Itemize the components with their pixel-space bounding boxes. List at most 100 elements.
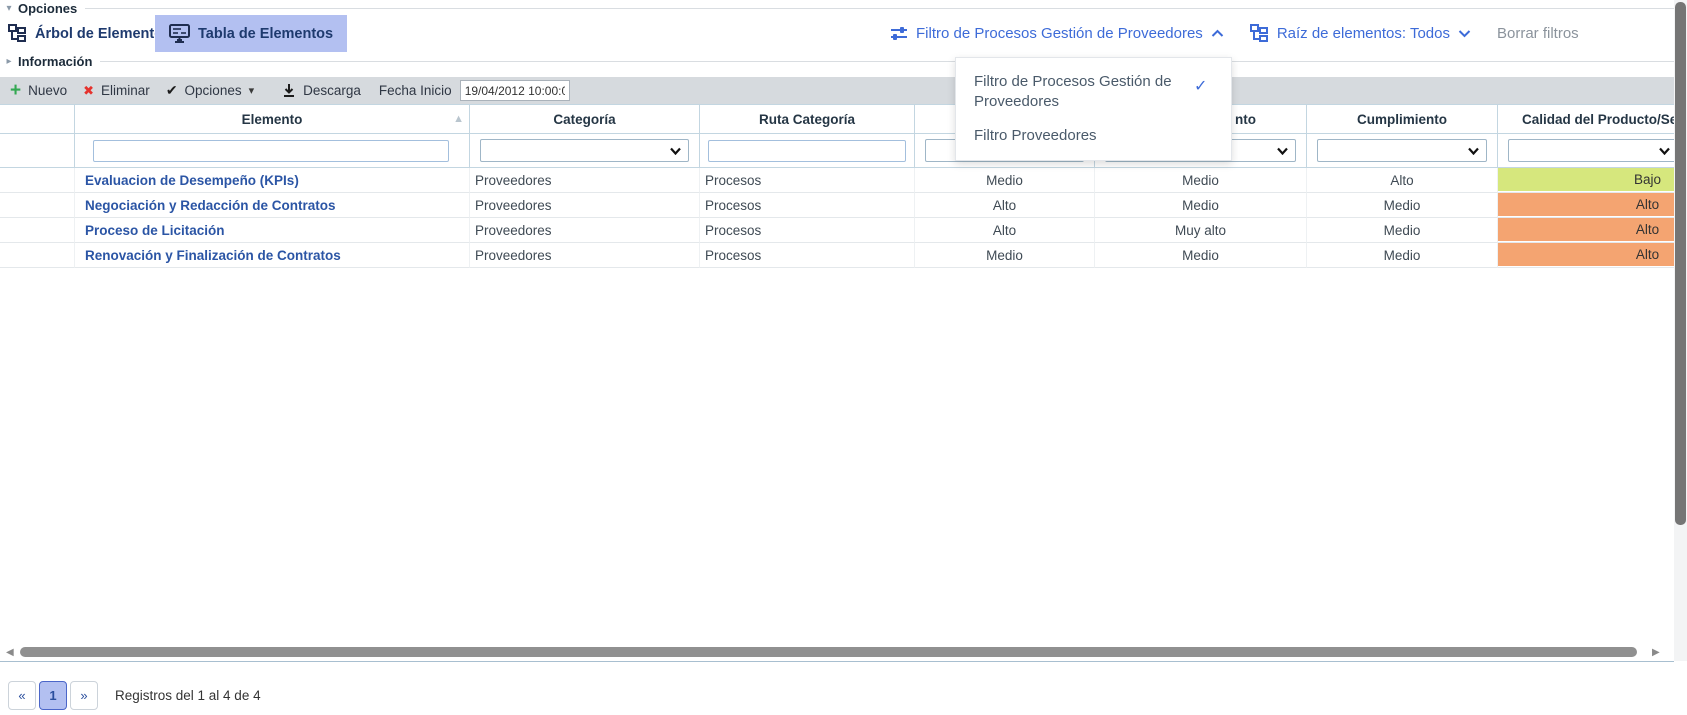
options-menu-button[interactable]: ✔ Opciones ▾ — [166, 82, 254, 99]
download-icon — [282, 83, 296, 98]
expand-triangle-icon[interactable]: ▸ — [0, 56, 18, 67]
dropdown-item-filtro-proveedores[interactable]: Filtro Proveedores — [974, 127, 1215, 144]
fecha-inicio-input[interactable] — [460, 80, 570, 101]
elemento-link[interactable]: Evaluacion de Desempeño (KPIs) — [75, 173, 299, 188]
table-row: Renovación y Finalización de Contratos Pr… — [0, 243, 1674, 268]
dropdown-item-selected[interactable]: Filtro de Procesos Gestión de Proveedore… — [974, 72, 1215, 113]
records-summary: Registros del 1 al 4 de 4 — [115, 681, 261, 710]
download-button[interactable]: Descarga — [282, 83, 361, 98]
ruta-categoria-cell: Procesos — [700, 193, 915, 218]
header-cumplimiento[interactable]: Cumplimiento — [1307, 104, 1498, 134]
header-ruta-categoria[interactable]: Ruta Categoría — [700, 104, 915, 134]
filter-cumplimiento-select[interactable] — [1317, 139, 1487, 162]
vertical-scrollbar — [1674, 0, 1687, 661]
col5-cell: Medio — [1095, 168, 1307, 193]
col4-cell: Alto — [915, 193, 1095, 218]
tree-icon — [8, 24, 27, 43]
elemento-link[interactable]: Renovación y Finalización de Contratos — [75, 248, 341, 263]
ruta-categoria-cell: Procesos — [700, 168, 915, 193]
process-filter-dropdown: Filtro de Procesos Gestión de Proveedore… — [955, 57, 1232, 161]
col5-cell: Muy alto — [1095, 218, 1307, 243]
collapse-triangle-icon[interactable]: ▾ — [0, 3, 18, 14]
tab-tabla-label: Tabla de Elementos — [198, 26, 333, 42]
col4-cell: Medio — [915, 168, 1095, 193]
new-button[interactable]: + Nuevo — [10, 83, 67, 98]
root-elements-control[interactable]: Raíz de elementos: Todos — [1250, 24, 1471, 43]
header-selector-col — [0, 104, 75, 134]
pagination-next-button[interactable]: » — [70, 681, 98, 710]
table-filter-row — [0, 134, 1674, 168]
elemento-link[interactable]: Proceso de Licitación — [75, 223, 225, 238]
categoria-cell: Proveedores — [470, 218, 700, 243]
tabs-row: Árbol de Elementos Tabla de Elementos — [0, 15, 1674, 52]
sort-asc-icon[interactable]: ▲ — [453, 113, 464, 125]
header-categoria[interactable]: Categoría — [470, 104, 700, 134]
app-window: ▾ Opciones Árbol de Elementos Tabla — [0, 0, 1687, 715]
col5-cell: Medio — [1095, 243, 1307, 268]
select-chevron-icon — [670, 147, 681, 155]
filter-categoria-select[interactable] — [480, 139, 689, 162]
calidad-cell: Alto — [1498, 243, 1674, 268]
table-row: Proceso de LicitaciónProveedoresProcesos… — [0, 218, 1674, 243]
table-row: Evaluacion de Desempeño (KPIs)Proveedore… — [0, 168, 1674, 193]
clear-filters-button[interactable]: Borrar filtros — [1497, 25, 1579, 42]
row-selector-cell[interactable] — [0, 218, 75, 243]
pagination-page-1-button[interactable]: 1 — [39, 681, 67, 710]
filter-ruta-input[interactable] — [708, 140, 906, 162]
process-filter-control[interactable]: Filtro de Procesos Gestión de Proveedore… — [890, 25, 1224, 42]
opciones-section-header: ▾ Opciones — [0, 1, 1674, 16]
table-toolbar: + Nuevo ✖ Eliminar ✔ Opciones ▾ Descarga… — [0, 77, 1674, 104]
caret-down-icon: ▾ — [249, 84, 255, 97]
cumplimiento-cell: Medio — [1307, 193, 1498, 218]
elements-table: Elemento ▲ Categoría Ruta Categoría nto … — [0, 104, 1674, 268]
elemento-cell: Negociación y Redacción de Contratos — [75, 193, 470, 218]
elemento-link[interactable]: Negociación y Redacción de Contratos — [75, 198, 336, 213]
tab-arbol-de-elementos[interactable]: Árbol de Elementos — [8, 15, 171, 52]
table-row: Negociación y Redacción de ContratosProv… — [0, 193, 1674, 218]
header-elemento[interactable]: Elemento ▲ — [75, 104, 470, 134]
col4-cell: Alto — [915, 218, 1095, 243]
table-header-row: Elemento ▲ Categoría Ruta Categoría nto … — [0, 104, 1674, 134]
scroll-left-arrow-icon[interactable]: ◀ — [6, 647, 14, 658]
delete-x-icon: ✖ — [83, 83, 94, 99]
quality-badge: Alto — [1498, 193, 1674, 216]
row-selector-cell[interactable] — [0, 243, 75, 268]
scrollbar-divider-line — [0, 661, 1674, 662]
table-body: Evaluacion de Desempeño (KPIs) Proveedore… — [0, 168, 1674, 268]
scroll-right-arrow-icon[interactable]: ▶ — [1652, 647, 1660, 658]
section-divider — [85, 8, 1674, 9]
delete-button[interactable]: ✖ Eliminar — [83, 83, 150, 99]
informacion-section-label: Información — [18, 54, 92, 69]
row-selector-cell[interactable] — [0, 193, 75, 218]
filter-calidad-select[interactable] — [1508, 139, 1674, 162]
calidad-cell: Alto — [1498, 193, 1674, 218]
check-icon: ✔ — [166, 82, 178, 99]
pagination-prev-button[interactable]: « — [8, 681, 36, 710]
horizontal-scrollbar: ◀ ▶ — [0, 646, 1674, 661]
cumplimiento-cell: Medio — [1307, 218, 1498, 243]
chevron-down-icon — [1458, 29, 1471, 38]
filters-controls: Filtro de Procesos Gestión de Proveedore… — [890, 15, 1579, 52]
row-selector-cell[interactable] — [0, 168, 75, 193]
pagination: « 1 » — [8, 681, 98, 710]
ruta-categoria-cell: Procesos — [700, 243, 915, 268]
filter-elemento-input[interactable] — [93, 140, 449, 162]
elemento-cell: Renovación y Finalización de Contratos — [75, 243, 470, 268]
sliders-filter-icon — [890, 26, 908, 42]
cumplimiento-cell: Alto — [1307, 168, 1498, 193]
col5-cell: Medio — [1095, 193, 1307, 218]
tree-root-icon — [1250, 24, 1269, 43]
elemento-cell: Proceso de Licitación — [75, 218, 470, 243]
calidad-cell: Alto — [1498, 218, 1674, 243]
root-elements-label: Raíz de elementos: Todos — [1277, 25, 1450, 42]
header-calidad[interactable]: Calidad del Producto/Servicio — [1498, 104, 1674, 134]
select-chevron-icon — [1659, 147, 1670, 155]
plus-icon: + — [10, 84, 21, 98]
horizontal-scrollbar-thumb[interactable] — [20, 647, 1637, 657]
selected-check-icon: ✓ — [1194, 76, 1207, 96]
calidad-cell: Bajo — [1498, 168, 1674, 193]
vertical-scrollbar-thumb[interactable] — [1675, 2, 1686, 525]
cumplimiento-cell: Medio — [1307, 243, 1498, 268]
categoria-cell: Proveedores — [470, 243, 700, 268]
tab-tabla-de-elementos[interactable]: Tabla de Elementos — [155, 15, 347, 52]
